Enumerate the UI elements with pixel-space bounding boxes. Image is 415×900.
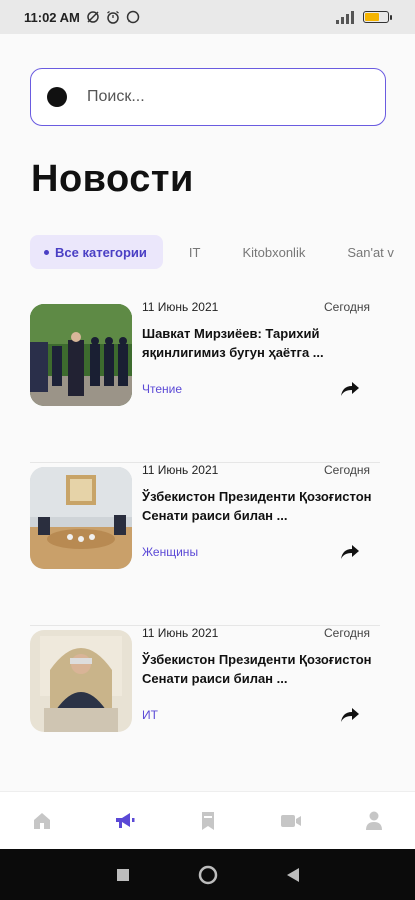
news-item[interactable]: 11 Июнь 2021 Сегодня Шавкат Мирзиёев: Та… bbox=[30, 300, 380, 463]
nav-home[interactable] bbox=[22, 801, 62, 841]
whatsapp-icon bbox=[126, 10, 140, 24]
search-bar[interactable] bbox=[30, 68, 386, 126]
sync-off-icon bbox=[87, 11, 99, 23]
profile-icon bbox=[365, 811, 382, 830]
nav-video[interactable] bbox=[271, 801, 311, 841]
news-category[interactable]: Чтение bbox=[142, 382, 182, 396]
news-thumbnail bbox=[30, 630, 132, 732]
bottom-nav bbox=[0, 791, 415, 849]
home-icon bbox=[33, 812, 50, 829]
recents-button[interactable] bbox=[116, 868, 130, 882]
video-icon bbox=[280, 814, 301, 827]
system-nav-bar bbox=[0, 849, 415, 900]
news-thumbnail bbox=[30, 467, 132, 569]
status-bar: 11:02 AM bbox=[0, 0, 415, 34]
back-button[interactable] bbox=[286, 867, 300, 883]
tab-sanat[interactable]: San'at v bbox=[331, 235, 410, 269]
tab-kitobxonlik[interactable]: Kitobxonlik bbox=[226, 235, 321, 269]
news-headline[interactable]: Ўзбекистон Президенти Қозоғистон Сенати … bbox=[142, 487, 372, 525]
news-item[interactable]: 11 Июнь 2021 Сегодня Ўзбекистон Президен… bbox=[30, 463, 380, 626]
nav-bookmarks[interactable] bbox=[188, 801, 228, 841]
news-relative-date: Сегодня bbox=[324, 463, 370, 477]
tab-it[interactable]: IT bbox=[173, 235, 217, 269]
category-tabs: Все категории IT Kitobxonlik San'at v bbox=[30, 234, 415, 270]
tab-label: Все категории bbox=[55, 244, 147, 260]
news-date: 11 Июнь 2021 bbox=[142, 300, 219, 314]
news-date: 11 Июнь 2021 bbox=[142, 463, 219, 477]
news-date: 11 Июнь 2021 bbox=[142, 626, 219, 640]
tab-all-categories[interactable]: Все категории bbox=[30, 235, 163, 269]
search-icon bbox=[47, 87, 67, 107]
tab-label: Kitobxonlik bbox=[242, 244, 306, 260]
tab-label: San'at v bbox=[347, 244, 394, 260]
bookmark-icon bbox=[201, 811, 214, 830]
nav-profile[interactable] bbox=[354, 801, 394, 841]
status-right bbox=[335, 10, 392, 24]
tab-label: IT bbox=[188, 244, 201, 260]
share-icon[interactable] bbox=[340, 706, 360, 724]
alarm-icon bbox=[107, 10, 119, 24]
megaphone-icon bbox=[115, 812, 134, 828]
news-relative-date: Сегодня bbox=[324, 626, 370, 640]
news-thumbnail bbox=[30, 304, 132, 406]
home-button[interactable] bbox=[198, 865, 218, 885]
news-category[interactable]: Женщины bbox=[142, 545, 198, 559]
news-list: 11 Июнь 2021 Сегодня Шавкат Мирзиёев: Та… bbox=[30, 300, 380, 789]
battery-level bbox=[365, 13, 380, 21]
share-icon[interactable] bbox=[340, 543, 360, 561]
news-item[interactable]: 11 Июнь 2021 Сегодня Ўзбекистон Президен… bbox=[30, 626, 380, 789]
page-title: Новости bbox=[31, 158, 194, 200]
active-dot-icon bbox=[44, 249, 49, 255]
news-headline[interactable]: Ўзбекистон Президенти Қозоғистон Сенати … bbox=[142, 650, 372, 688]
search-input[interactable] bbox=[87, 88, 327, 106]
status-left: 11:02 AM bbox=[24, 10, 140, 25]
news-headline[interactable]: Шавкат Мирзиёев: Тарихий яқинлигимиз буг… bbox=[142, 324, 372, 362]
status-time: 11:02 AM bbox=[24, 9, 80, 25]
news-relative-date: Сегодня bbox=[324, 300, 370, 314]
nav-news[interactable] bbox=[105, 801, 145, 841]
signal-icon bbox=[336, 11, 354, 24]
news-category[interactable]: ИТ bbox=[142, 708, 158, 722]
battery-icon bbox=[363, 11, 392, 23]
share-icon[interactable] bbox=[340, 380, 360, 398]
